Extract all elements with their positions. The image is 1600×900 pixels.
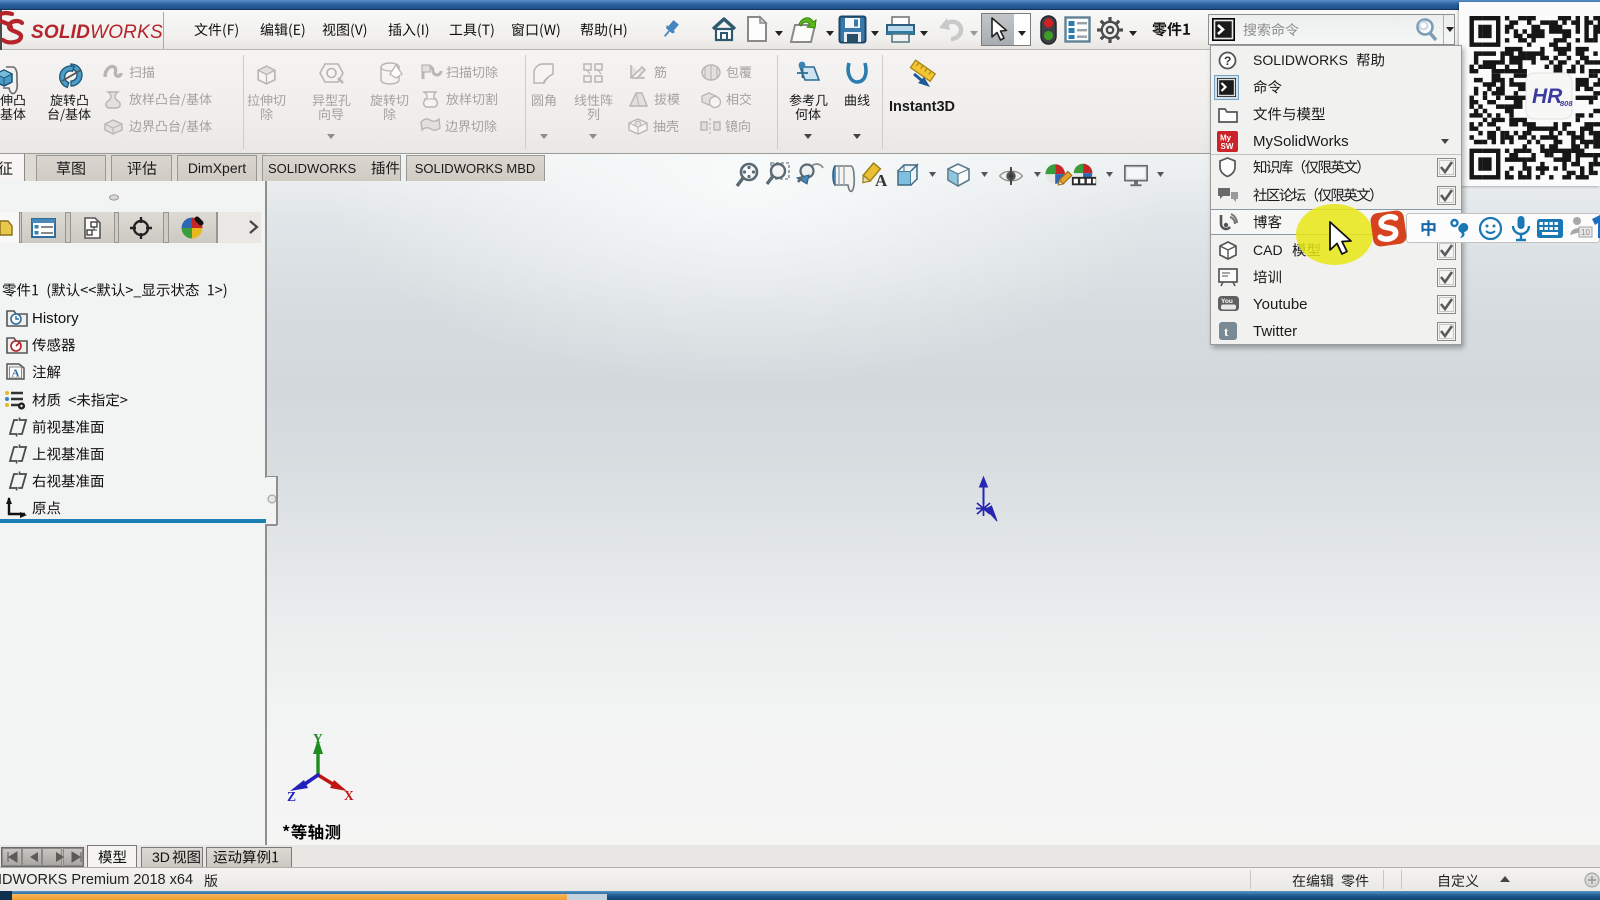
svg-text:t: t (1224, 324, 1229, 339)
svg-text:A: A (875, 171, 888, 190)
svg-text:Y: Y (313, 731, 323, 746)
svg-text:You: You (1221, 298, 1233, 305)
svg-text:A: A (12, 368, 20, 380)
svg-text:Z: Z (287, 789, 296, 804)
svg-text:808: 808 (1560, 99, 1573, 108)
svg-text:SW: SW (1221, 142, 1234, 151)
svg-text:?: ? (1224, 54, 1231, 68)
svg-text:X: X (344, 788, 354, 803)
svg-text:HR: HR (1532, 85, 1563, 108)
